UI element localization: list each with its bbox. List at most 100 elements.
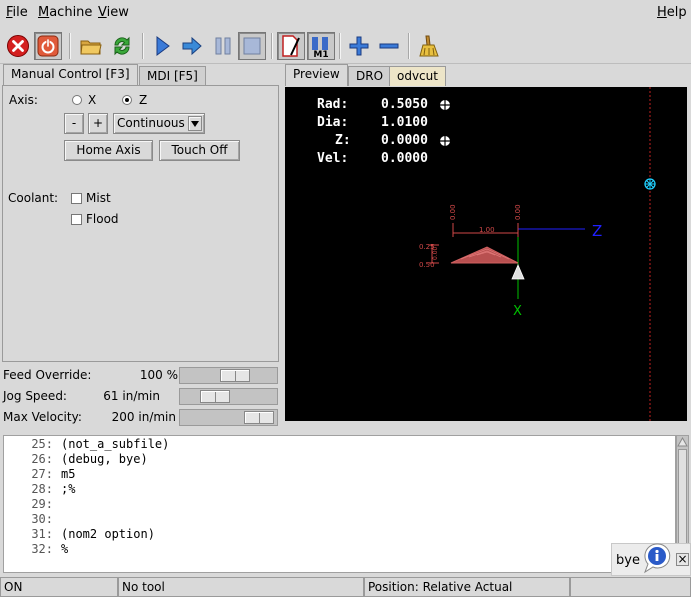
status-tool: No tool bbox=[118, 577, 364, 597]
x-axis-label: X bbox=[513, 304, 522, 319]
block-delete-icon bbox=[282, 35, 300, 57]
mist-checkbox[interactable] bbox=[71, 193, 82, 204]
dimension-length-label: 1.00 bbox=[479, 226, 495, 234]
zoom-in-icon bbox=[349, 36, 369, 56]
toolbar-separator bbox=[142, 33, 144, 59]
home-axis-button[interactable]: Home Axis bbox=[64, 140, 153, 161]
toolbar-separator bbox=[271, 33, 273, 59]
tool-icon bbox=[511, 263, 525, 280]
axis-label: Axis: bbox=[9, 93, 38, 107]
reload-icon bbox=[114, 36, 130, 56]
stop-button[interactable] bbox=[238, 32, 266, 60]
tab-manual-control[interactable]: Manual Control [F3] bbox=[3, 64, 138, 86]
tab-mdi[interactable]: MDI [F5] bbox=[139, 66, 206, 86]
axis-z-radio[interactable] bbox=[122, 95, 132, 105]
origin-marker-icon bbox=[644, 178, 656, 190]
jog-increment-value: Continuous bbox=[117, 116, 185, 130]
tab-preview[interactable]: Preview bbox=[285, 64, 348, 86]
max-velocity-value: 200 in/min bbox=[111, 410, 176, 424]
notification-text: bye bbox=[616, 553, 640, 568]
coolant-label: Coolant: bbox=[8, 191, 59, 205]
gcode-line: 30: bbox=[31, 512, 53, 526]
zoom-out-button[interactable] bbox=[375, 32, 403, 60]
toolpath bbox=[450, 246, 519, 264]
gcode-line: 26: (debug, bye) bbox=[31, 452, 148, 466]
run-button[interactable] bbox=[148, 32, 176, 60]
jog-plus-button[interactable]: + bbox=[88, 113, 108, 134]
gcode-listing[interactable]: 25: (not_a_subfile) 26: (debug, bye) 27: m5… bbox=[3, 435, 676, 573]
open-folder-icon bbox=[80, 40, 102, 55]
feed-override-slider[interactable] bbox=[179, 367, 278, 384]
clear-plot-icon bbox=[419, 35, 439, 57]
zoom-in-button[interactable] bbox=[345, 32, 373, 60]
scroll-up-arrow-icon[interactable] bbox=[677, 436, 688, 448]
feed-override-value: 100 % bbox=[139, 368, 178, 382]
gcode-line: 27: m5 bbox=[31, 467, 76, 481]
status-empty bbox=[570, 577, 691, 597]
dimension-top-right-label: 0.00 bbox=[514, 204, 522, 220]
chevron-down-icon bbox=[188, 116, 202, 131]
notification: bye × bbox=[611, 543, 691, 576]
homed-marker-icon bbox=[440, 100, 450, 110]
axis-z-label: Z bbox=[139, 93, 148, 107]
optional-stop-label: M1 bbox=[313, 50, 328, 58]
menu-help[interactable]: Help bbox=[657, 5, 687, 20]
toolbar: M1 bbox=[0, 28, 691, 64]
jog-minus-button[interactable]: - bbox=[64, 113, 84, 134]
block-delete-button[interactable] bbox=[277, 32, 305, 60]
toolbar-separator bbox=[339, 33, 341, 59]
tab-dro[interactable]: DRO bbox=[348, 66, 392, 86]
notification-close-button[interactable]: × bbox=[676, 553, 689, 566]
step-button[interactable] bbox=[178, 32, 206, 60]
zoom-out-icon bbox=[379, 43, 399, 49]
manual-control-panel: Axis: X Z - + Continuous Home Axis Touch… bbox=[2, 85, 279, 362]
flood-label: Flood bbox=[86, 212, 119, 226]
jog-speed-handle[interactable] bbox=[200, 390, 230, 403]
gcode-line: 25: (not_a_subfile) bbox=[31, 437, 170, 451]
jog-increment-select[interactable]: Continuous bbox=[113, 113, 205, 134]
stop-icon bbox=[243, 37, 261, 55]
status-machine: ON bbox=[0, 577, 118, 597]
toolbar-separator bbox=[408, 33, 410, 59]
pause-button[interactable] bbox=[209, 32, 237, 60]
mist-label: Mist bbox=[86, 191, 111, 205]
menu-machine[interactable]: Machine bbox=[38, 5, 92, 20]
gcode-line: 32:% bbox=[31, 542, 69, 556]
preview-canvas[interactable]: Rad: 0.5050 Dia: 1.0100 Z: 0.0000 Vel: 0… bbox=[285, 87, 687, 421]
tab-odvcut[interactable]: odvcut bbox=[389, 66, 446, 86]
estop-button[interactable] bbox=[4, 32, 32, 60]
menu-view[interactable]: View bbox=[98, 5, 129, 20]
jog-speed-label: Jog Speed: bbox=[3, 389, 67, 403]
touch-off-button[interactable]: Touch Off bbox=[159, 140, 240, 161]
homed-marker-icon bbox=[440, 136, 450, 146]
reload-button[interactable] bbox=[108, 32, 136, 60]
max-velocity-label: Max Velocity: bbox=[3, 410, 82, 424]
z-axis-label: Z bbox=[592, 222, 602, 240]
run-icon bbox=[156, 36, 170, 56]
gcode-line: 29: bbox=[31, 497, 53, 511]
menu-file[interactable]: File bbox=[6, 5, 28, 20]
gcode-line: 31: (nom2 option) bbox=[31, 527, 155, 541]
optional-stop-icon: M1 bbox=[312, 37, 329, 58]
dimension-side-c-label: 0.00 bbox=[432, 246, 439, 260]
open-file-button[interactable] bbox=[77, 32, 105, 60]
pause-icon bbox=[215, 37, 231, 55]
toolbar-separator bbox=[69, 33, 71, 59]
menubar: File Machine View Help bbox=[0, 0, 691, 27]
max-velocity-handle[interactable] bbox=[244, 411, 274, 424]
preview-plot: Z X 1.00 0.00 0.00 0.25 0.50 0.00 bbox=[419, 87, 656, 421]
axis-x-radio[interactable] bbox=[72, 95, 82, 105]
feed-override-handle[interactable] bbox=[220, 369, 250, 382]
jog-speed-slider[interactable] bbox=[179, 388, 278, 405]
machine-power-button[interactable] bbox=[34, 32, 62, 60]
axis-x-label: X bbox=[88, 93, 97, 107]
dimension-top-left-label: 0.00 bbox=[449, 204, 457, 220]
flood-checkbox[interactable] bbox=[71, 214, 82, 225]
estop-icon bbox=[7, 35, 29, 57]
optional-stop-button[interactable]: M1 bbox=[307, 32, 335, 60]
step-icon bbox=[182, 36, 202, 56]
feed-override-label: Feed Override: bbox=[3, 368, 92, 382]
clear-plot-button[interactable] bbox=[415, 32, 443, 60]
max-velocity-slider[interactable] bbox=[179, 409, 278, 426]
power-icon bbox=[37, 35, 59, 57]
